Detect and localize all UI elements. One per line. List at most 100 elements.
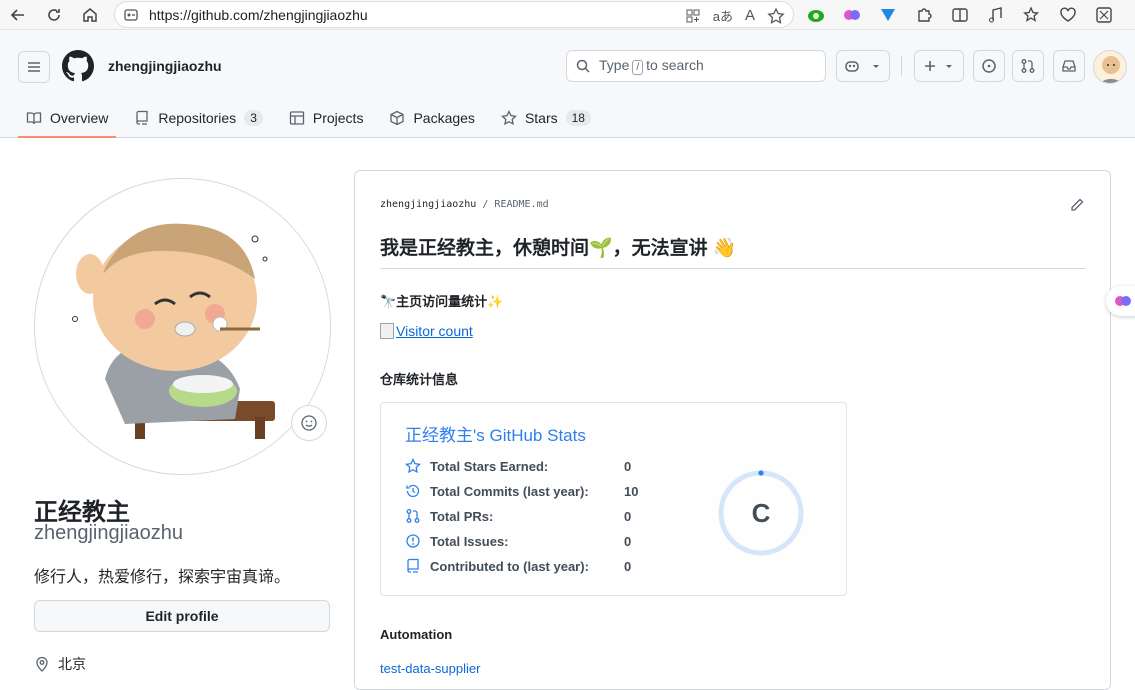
profile-bio: 修行人，热爱修行，探索宇宙真谛。 (34, 569, 291, 586)
reload-button[interactable] (36, 0, 72, 30)
set-status-button[interactable] (291, 405, 327, 441)
star-icon (500, 110, 517, 126)
user-avatar-button[interactable] (1093, 50, 1127, 84)
header-username[interactable]: zhengjingjiaozhu (108, 58, 222, 74)
stat-row: Contributed to (last year): 0 (405, 558, 631, 574)
pull-request-icon (406, 509, 420, 523)
profile-readme: zhengjingjiaozhu / README.md 我是正经教主，休憩时间… (354, 170, 1111, 690)
rank-circle: C (717, 469, 805, 557)
issue-icon (406, 534, 420, 548)
browser-essentials-icon[interactable] (1058, 5, 1078, 25)
tab-repositories-label: Repositories (158, 110, 237, 126)
issues-button[interactable] (973, 50, 1005, 82)
package-icon (390, 110, 405, 126)
search-icon (576, 59, 590, 73)
tab-stars[interactable]: Stars 18 (493, 98, 599, 138)
translate-icon[interactable]: aあ (713, 6, 733, 25)
header-divider (901, 56, 902, 76)
repositories-counter: 3 (244, 110, 263, 126)
tab-packages[interactable]: Packages (381, 98, 482, 138)
stat-label: Total Stars Earned: (430, 458, 549, 474)
url-text[interactable]: https://github.com/zhengjingjiaozhu (149, 7, 368, 23)
read-aloud-icon[interactable]: A (745, 7, 755, 24)
pencil-icon (1071, 198, 1084, 211)
copilot-icon (845, 61, 859, 72)
tab-overview-label: Overview (50, 110, 109, 126)
search-input[interactable]: Type / to search (566, 50, 826, 82)
stat-label: Total Commits (last year): (430, 483, 589, 499)
back-button[interactable] (0, 0, 36, 30)
tab-repositories[interactable]: Repositories 3 (126, 98, 271, 138)
location-icon (36, 656, 48, 672)
search-prefix: Type (599, 57, 630, 73)
favorite-star-icon[interactable] (767, 6, 785, 25)
copilot-button[interactable] (836, 50, 890, 82)
split-screen-icon[interactable] (950, 5, 970, 25)
search-shortcut-key: / (632, 60, 644, 75)
readme-path-user[interactable]: zhengjingjiaozhu (380, 199, 476, 210)
tab-overview[interactable]: Overview (18, 98, 117, 138)
stat-row: Total PRs: 0 (405, 508, 631, 524)
extension-green-icon[interactable] (806, 5, 826, 25)
book-icon (26, 112, 42, 125)
smiley-icon (301, 415, 317, 431)
browser-toolbar: https://github.com/zhengjingjiaozhu aあ A (0, 0, 1135, 30)
edit-profile-button[interactable]: Edit profile (34, 600, 330, 632)
visitor-count-link[interactable]: Visitor count (380, 323, 473, 339)
sidebar-copilot-button[interactable] (1106, 286, 1135, 316)
address-bar[interactable]: https://github.com/zhengjingjiaozhu aあ A (114, 1, 794, 28)
inbox-button[interactable] (1053, 50, 1085, 82)
profile-login: zhengjingjiaozhu (34, 522, 184, 544)
chevron-down-icon (873, 65, 879, 68)
rank-letter: C (751, 497, 771, 528)
tab-packages-label: Packages (413, 110, 475, 126)
cartoon-monk-eating-icon (35, 179, 330, 474)
github-header: zhengjingjiaozhu Type / to search Overview… (0, 30, 1135, 138)
plus-icon (925, 61, 935, 71)
location-text: 北京 (58, 656, 86, 672)
pull-requests-button[interactable] (1012, 50, 1044, 82)
back-arrow-icon (10, 8, 24, 21)
extension-download-icon[interactable] (878, 5, 898, 25)
site-info-icon (124, 8, 138, 21)
create-new-button[interactable] (914, 50, 964, 82)
media-icon[interactable] (986, 5, 1006, 25)
automation-link[interactable]: test-data-supplier (380, 661, 480, 676)
menu-button[interactable] (18, 51, 50, 83)
stat-value: 0 (624, 458, 632, 474)
repo-icon (136, 110, 149, 125)
stars-counter: 18 (565, 110, 591, 126)
github-logo-icon[interactable] (62, 50, 94, 82)
extension-brain-icon[interactable] (842, 5, 862, 25)
profile-location: 北京 (34, 654, 86, 674)
home-button[interactable] (72, 0, 108, 30)
readme-path: zhengjingjiaozhu / README.md (380, 199, 549, 210)
stat-value: 0 (624, 558, 632, 574)
chevron-down-icon (946, 65, 952, 68)
hamburger-icon (28, 62, 40, 72)
profile-avatar[interactable] (34, 178, 331, 475)
edit-readme-button[interactable] (1069, 197, 1085, 213)
stat-value: 0 (624, 508, 632, 524)
stat-row: Total Issues: 0 (405, 533, 631, 549)
automation-heading: Automation (380, 627, 453, 642)
app-available-icon[interactable] (685, 8, 701, 24)
stat-label: Total Issues: (430, 533, 509, 549)
tab-stars-label: Stars (524, 110, 558, 126)
search-suffix: to search (646, 57, 704, 73)
extensions-puzzle-icon[interactable] (914, 5, 934, 25)
stat-row: Total Stars Earned: 0 (405, 458, 631, 474)
tab-projects[interactable]: Projects (281, 98, 372, 138)
stat-value: 0 (624, 533, 632, 549)
stat-label: Contributed to (last year): (430, 558, 589, 574)
github-stats-card[interactable]: 正经教主's GitHub Stats Total Stars Earned: … (380, 402, 847, 596)
stat-label: Total PRs: (430, 508, 494, 524)
readme-path-separator: / (482, 199, 489, 210)
screenshot-icon[interactable] (1094, 5, 1114, 25)
favorites-icon[interactable] (1022, 5, 1042, 25)
visits-heading: 🔭主页访问量统计✨ (380, 294, 504, 309)
repo-icon (407, 558, 419, 573)
history-icon (406, 484, 420, 498)
brain-icon (1115, 296, 1131, 306)
broken-image-icon (380, 323, 394, 339)
